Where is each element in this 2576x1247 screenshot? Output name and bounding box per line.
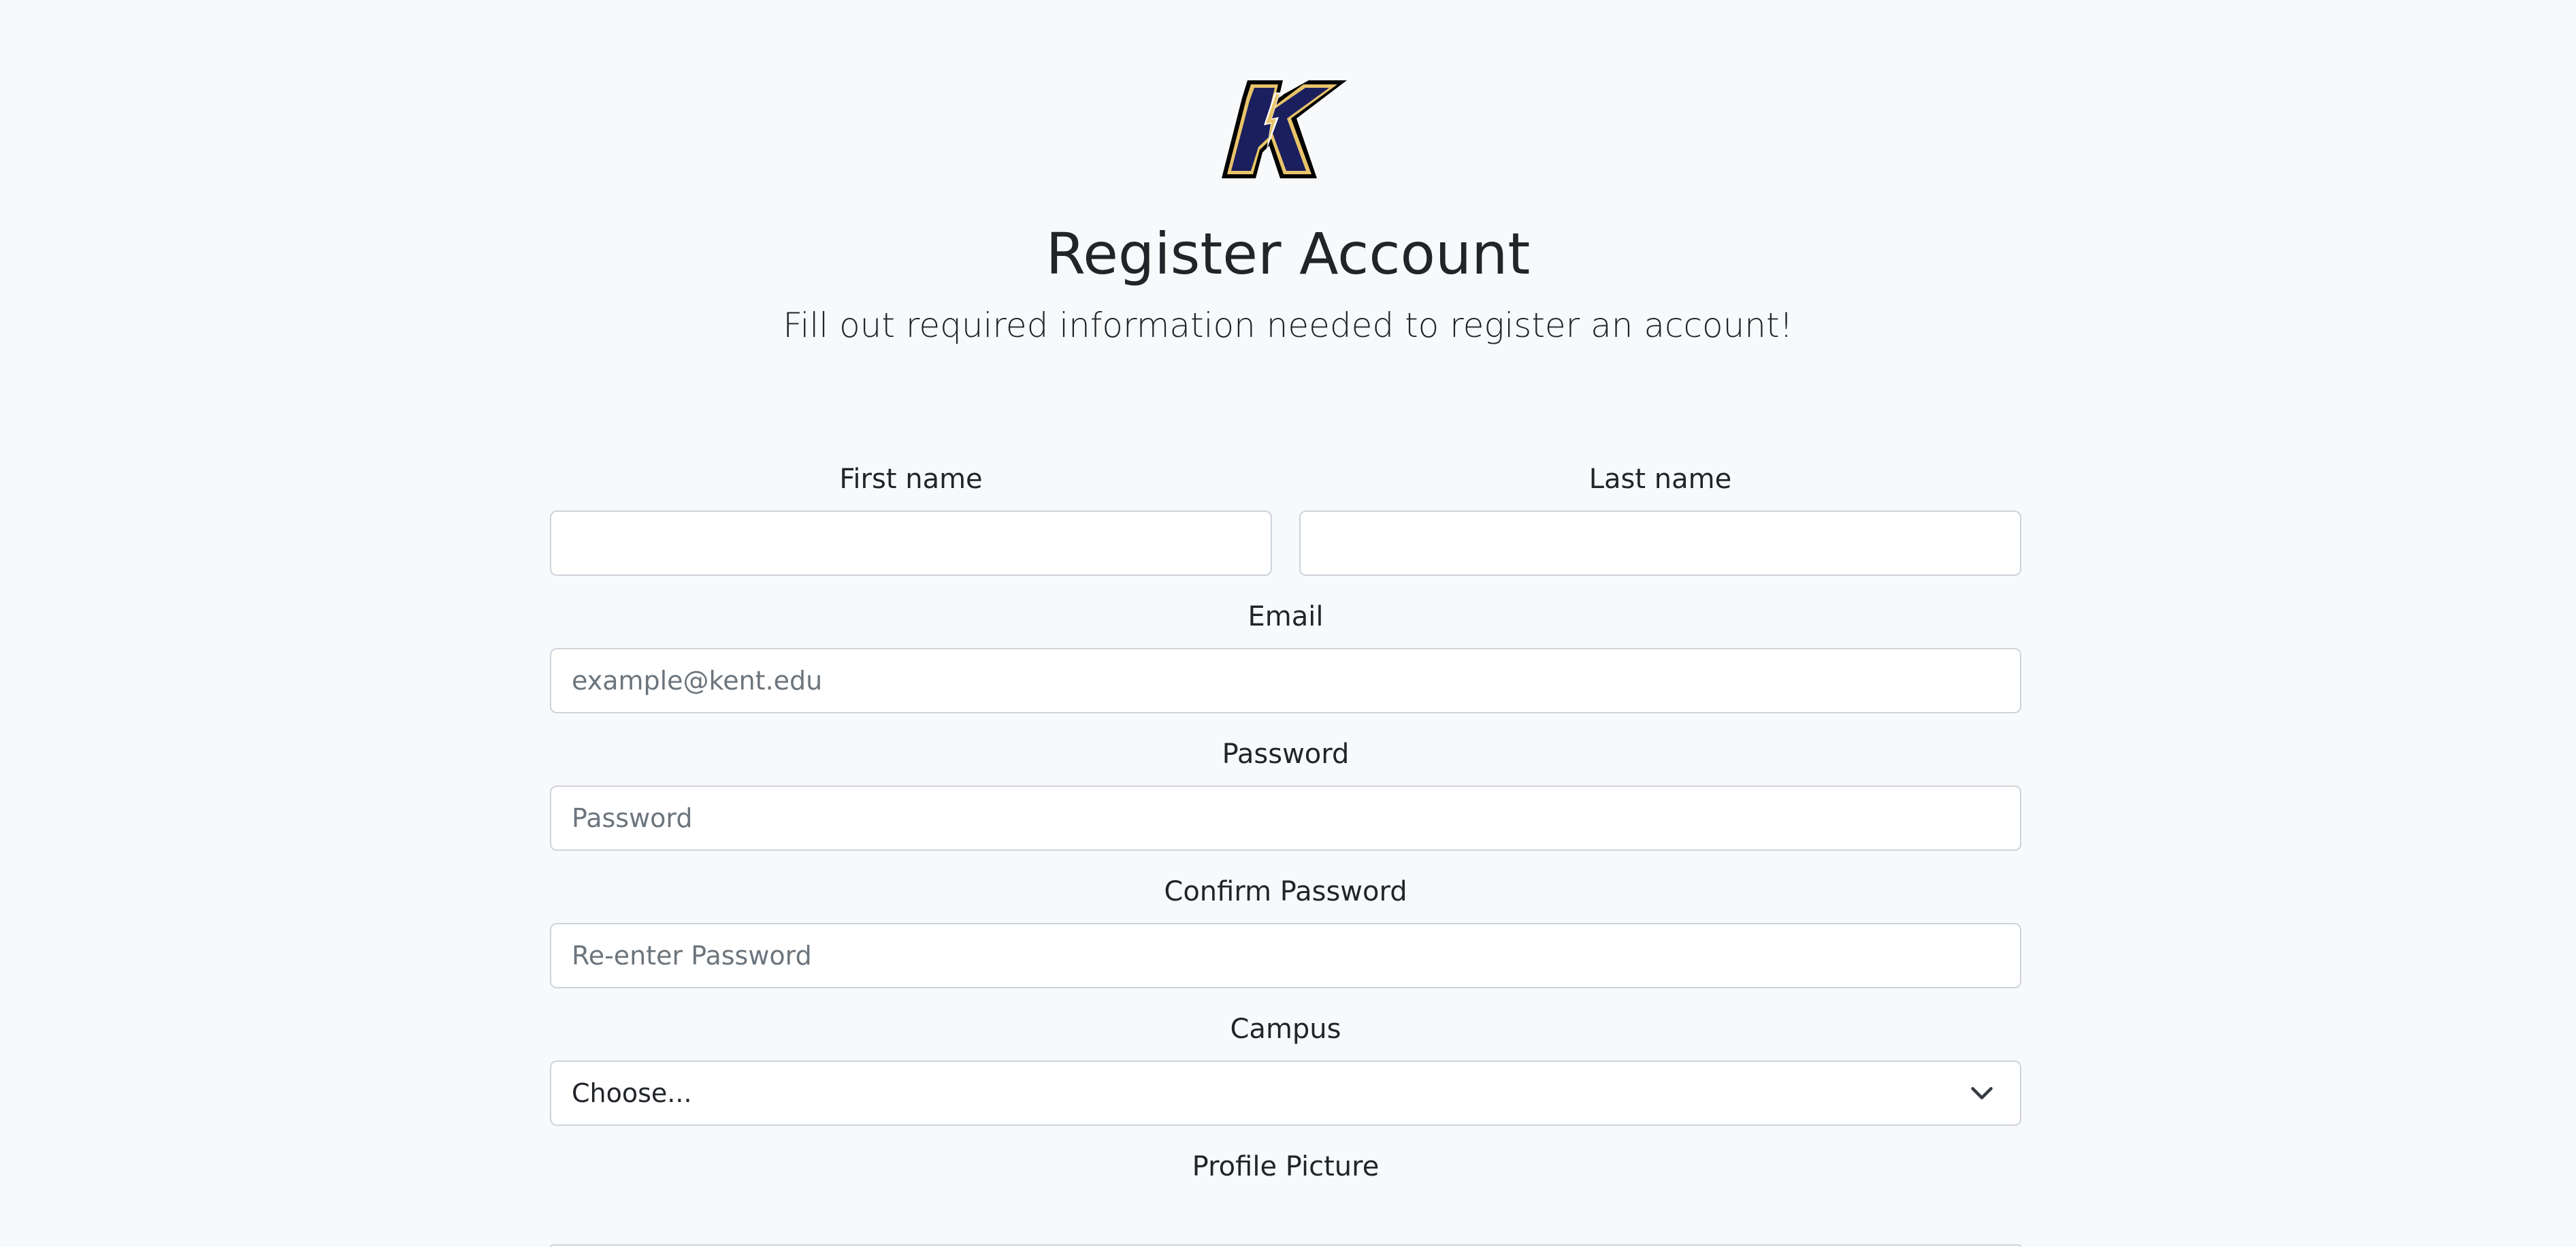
confirm-password-label: Confirm Password bbox=[1164, 876, 1407, 907]
profile-picture-file-input[interactable] bbox=[550, 1244, 2021, 1247]
register-form: First name Last name Email Password Conf… bbox=[550, 460, 2021, 1208]
confirm-password-group: Confirm Password bbox=[550, 873, 2021, 988]
first-name-label: First name bbox=[839, 464, 983, 495]
campus-group: Campus Choose... bbox=[550, 1010, 2021, 1126]
name-row: First name Last name bbox=[550, 460, 2021, 576]
profile-picture-group: Profile Picture bbox=[550, 1148, 2021, 1186]
password-group: Password bbox=[550, 735, 2021, 851]
first-name-group: First name bbox=[550, 460, 1272, 576]
last-name-group: Last name bbox=[1299, 460, 2021, 576]
email-label: Email bbox=[1248, 601, 1324, 632]
confirm-password-input[interactable] bbox=[550, 923, 2021, 988]
chevron-down-icon bbox=[1971, 1087, 1993, 1099]
first-name-input[interactable] bbox=[550, 511, 1272, 576]
email-input[interactable] bbox=[550, 648, 2021, 713]
campus-select[interactable]: Choose... bbox=[550, 1060, 2021, 1126]
email-group: Email bbox=[550, 598, 2021, 713]
register-page: Register Account Fill out required infor… bbox=[0, 0, 2576, 1247]
kent-state-logo-icon bbox=[1222, 79, 1348, 180]
page-subtitle: Fill out required information needed to … bbox=[783, 306, 1793, 345]
campus-selected-value: Choose... bbox=[572, 1078, 692, 1108]
page-title: Register Account bbox=[1045, 221, 1531, 287]
last-name-input[interactable] bbox=[1299, 511, 2021, 576]
password-input[interactable] bbox=[550, 786, 2021, 851]
campus-label: Campus bbox=[1230, 1014, 1341, 1045]
profile-picture-label: Profile Picture bbox=[1192, 1151, 1380, 1182]
password-label: Password bbox=[1222, 739, 1350, 770]
last-name-label: Last name bbox=[1588, 464, 1732, 495]
